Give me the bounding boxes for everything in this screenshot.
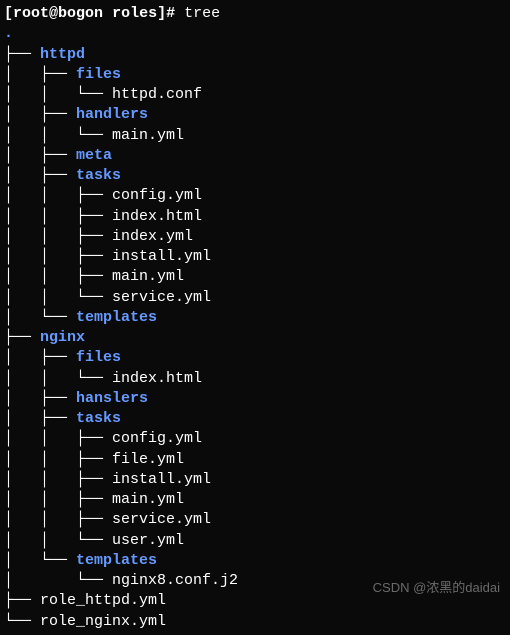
file-index-html: index.html (112, 208, 202, 225)
tree-row: │ └── templates (4, 551, 506, 571)
dir-files: files (76, 66, 121, 83)
file-config-yml: config.yml (112, 187, 202, 204)
tree-row: │ ├── files (4, 65, 506, 85)
dir-templates: templates (76, 309, 157, 326)
tree-row: │ │ └── service.yml (4, 288, 506, 308)
tree-row: │ ├── tasks (4, 409, 506, 429)
prompt-user: root (13, 5, 49, 22)
file-role-httpd: role_httpd.yml (40, 592, 166, 609)
prompt-symbol: # (166, 5, 175, 22)
tree-root: . (4, 24, 506, 44)
file-main-yml: main.yml (112, 127, 184, 144)
file-service-yml: service.yml (112, 289, 211, 306)
tree-row: │ │ ├── main.yml (4, 490, 506, 510)
tree-row: │ │ ├── config.yml (4, 186, 506, 206)
bracket-open: [ (4, 5, 13, 22)
dir-httpd: httpd (40, 46, 85, 63)
tree-row: │ ├── files (4, 348, 506, 368)
file-index-yml: index.yml (112, 228, 193, 245)
watermark: CSDN @浓黑的daidai (373, 579, 500, 597)
command[interactable]: tree (184, 5, 220, 22)
tree-row: │ │ └── httpd.conf (4, 85, 506, 105)
file-index-html: index.html (112, 370, 202, 387)
tree-row: └── role_nginx.yml (4, 612, 506, 632)
file-main-yml: main.yml (112, 268, 184, 285)
file-main-yml: main.yml (112, 491, 184, 508)
tree-row: │ └── templates (4, 308, 506, 328)
tree-row: │ │ └── main.yml (4, 126, 506, 146)
tree-row: │ │ ├── main.yml (4, 267, 506, 287)
tree-row: │ ├── meta (4, 146, 506, 166)
dir-hanslers: hanslers (76, 390, 148, 407)
tree-row: │ │ ├── index.yml (4, 227, 506, 247)
tree-row: │ ├── hanslers (4, 389, 506, 409)
dir-tasks: tasks (76, 410, 121, 427)
space (103, 5, 112, 22)
dir-handlers: handlers (76, 106, 148, 123)
prompt-host: bogon (58, 5, 103, 22)
tree-row: │ ├── tasks (4, 166, 506, 186)
prompt-dir: roles (112, 5, 157, 22)
tree-row: │ │ ├── config.yml (4, 429, 506, 449)
file-config-yml: config.yml (112, 430, 202, 447)
tree-row: │ │ ├── index.html (4, 207, 506, 227)
file-role-nginx: role_nginx.yml (40, 613, 166, 630)
tree-row: │ │ ├── install.yml (4, 247, 506, 267)
dir-meta: meta (76, 147, 112, 164)
tree-row: │ │ ├── service.yml (4, 510, 506, 530)
tree-row: ├── httpd (4, 45, 506, 65)
space (175, 5, 184, 22)
prompt-line: [root@bogon roles]# tree (4, 4, 506, 24)
tree-row: ├── nginx (4, 328, 506, 348)
dir-files: files (76, 349, 121, 366)
bracket-close: ] (157, 5, 166, 22)
tree-row: │ ├── handlers (4, 105, 506, 125)
dir-nginx: nginx (40, 329, 85, 346)
file-user-yml: user.yml (112, 532, 184, 549)
file-service-yml: service.yml (112, 511, 211, 528)
file-install-yml: install.yml (112, 471, 211, 488)
file-httpd-conf: httpd.conf (112, 86, 202, 103)
file-install-yml: install.yml (112, 248, 211, 265)
tree-row: │ │ └── user.yml (4, 531, 506, 551)
tree-row: │ │ ├── file.yml (4, 450, 506, 470)
dir-templates: templates (76, 552, 157, 569)
file-nginx-conf: nginx8.conf.j2 (112, 572, 238, 589)
at-sign: @ (49, 5, 58, 22)
file-file-yml: file.yml (112, 451, 184, 468)
dir-tasks: tasks (76, 167, 121, 184)
tree-row: │ │ ├── install.yml (4, 470, 506, 490)
tree-row: │ │ └── index.html (4, 369, 506, 389)
